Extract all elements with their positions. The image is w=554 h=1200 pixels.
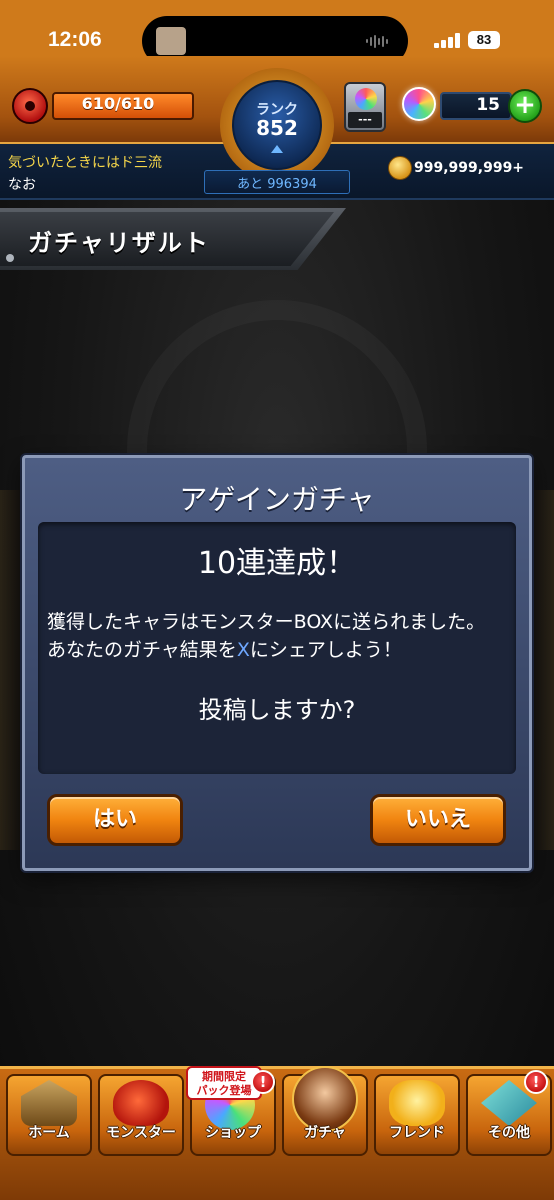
- stamina-value: 610/610: [81, 94, 155, 113]
- clock: 12:06: [48, 28, 102, 51]
- rainbow-orb-item-icon: [355, 88, 377, 110]
- left-result-card-glimpse: [0, 490, 22, 850]
- rank-progress-arrow-icon: [271, 145, 283, 153]
- no-button[interactable]: いいえ: [370, 794, 506, 846]
- next-rank-exp: あと 996394: [237, 177, 317, 192]
- dialog-question: 投稿しますか?: [198, 696, 356, 724]
- battery-indicator: 83: [468, 31, 500, 49]
- shop-alert-badge: !: [251, 1070, 275, 1094]
- dialog-message-line2-pre: あなたのガチャ結果を: [47, 639, 237, 661]
- other-alert-badge: !: [524, 1070, 548, 1094]
- stamina-icon: [12, 88, 48, 124]
- coin-icon: [388, 156, 412, 180]
- nav-monster-label: モンスター: [106, 1125, 176, 1141]
- dialog-message-line2-post: にシェアしよう！: [249, 639, 402, 661]
- audio-wave-icon: [366, 34, 390, 48]
- buy-orbs-button[interactable]: +: [508, 89, 542, 123]
- nav-home-label: ホーム: [28, 1125, 70, 1141]
- nav-friend-label: フレンド: [389, 1125, 445, 1141]
- dialog-message: 獲得したキャラはモンスターBOXに送られました。 あなたのガチャ結果をXにシェア…: [47, 608, 509, 664]
- signal-icon: [434, 32, 462, 48]
- nav-other-label: その他: [488, 1125, 530, 1141]
- friend-icon: [389, 1080, 445, 1126]
- player-title: 気づいたときにはド三流: [8, 155, 162, 171]
- banner-rivet-icon: [6, 254, 14, 262]
- page-title: ガチャリザルト: [28, 229, 210, 257]
- orb-icon: [402, 87, 436, 121]
- now-playing-thumbnail: [156, 27, 186, 55]
- nav-shop-label: ショップ: [205, 1125, 261, 1141]
- yes-button[interactable]: はい: [47, 794, 183, 846]
- player-name: なお: [8, 177, 36, 193]
- dialog-subtitle: 10連達成！: [197, 546, 357, 581]
- nav-gacha-label: ガチャ: [304, 1125, 346, 1141]
- dialog-title: アゲインガチャ: [179, 483, 375, 516]
- monster-icon: [113, 1080, 169, 1126]
- coin-count: 999,999,999+: [414, 160, 525, 176]
- right-result-card-glimpse: [532, 490, 554, 850]
- dialog-message-line2: あなたのガチャ結果をXにシェアしよう！: [47, 636, 509, 664]
- rank-value: 852: [256, 116, 298, 140]
- orb-count: 15: [476, 95, 500, 115]
- dialog-message-line1: 獲得したキャラはモンスターBOXに送られました。: [47, 611, 486, 633]
- item-box-value: ---: [348, 112, 382, 128]
- x-service-label: X: [236, 639, 250, 661]
